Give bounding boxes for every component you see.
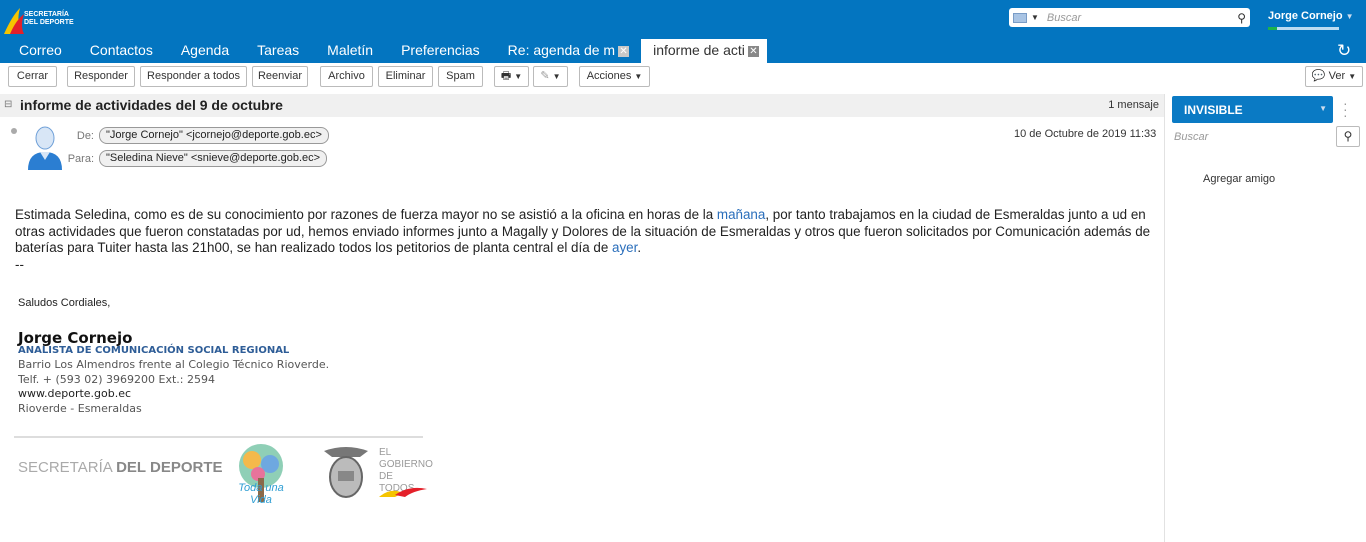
buddy-search-input[interactable]: Buscar [1174,131,1208,143]
chevron-down-icon[interactable]: ▼ [1346,12,1354,21]
archive-button[interactable]: Archivo [320,66,373,87]
search-input[interactable]: Buscar [1047,12,1237,24]
more-options-icon[interactable]: · · · [1343,96,1348,122]
logo-secretaria: SECRETARÍA DEL DEPORTE [18,459,223,476]
tab-label[interactable]: Re: agenda de m [508,42,615,58]
pane-divider[interactable] [1164,94,1165,542]
top-bar: SECRETARÍA DEL DEPORTE ▼ Buscar ⚲ Jorge … [0,0,1366,63]
signature-greeting: Saludos Cordiales, [18,297,111,309]
tab-re-agenda[interactable]: Re: agenda de m ✕ [494,39,633,63]
body-link[interactable]: ayer [612,240,637,255]
logo-flag-icon [4,8,24,34]
to-label: Para: [67,153,94,165]
search-box[interactable]: ▼ Buscar ⚲ [1009,8,1250,27]
from-address[interactable]: "Jorge Cornejo" <jcornejo@deporte.gob.ec… [99,127,329,144]
spam-button[interactable]: Spam [438,66,483,87]
chevron-down-icon[interactable]: ▼ [1031,13,1039,22]
logo-toda-una-vida: Toda una Vida [228,442,294,506]
tab-preferencias[interactable]: Preferencias [387,39,494,63]
signature-web[interactable]: www.deporte.gob.ec [18,387,131,400]
delete-button[interactable]: Eliminar [378,66,433,87]
print-button[interactable]: 🖶 ▼ [494,66,529,87]
close-button[interactable]: Cerrar [8,66,57,87]
signature-address: Barrio Los Almendros frente al Colegio T… [18,358,330,371]
reply-button[interactable]: Responder [67,66,135,87]
conversation-subject: informe de actividades del 9 de octubre [20,97,283,113]
tab-tareas[interactable]: Tareas [243,39,313,63]
logo-text: Toda una Vida [238,482,284,506]
message-body: Estimada Seledina, como es de su conocim… [15,207,1155,273]
tab-agenda[interactable]: Agenda [167,39,243,63]
search-icon: ⚲ [1343,129,1353,143]
actions-label: Acciones [586,70,632,82]
tab-maletin[interactable]: Maletín [313,39,387,63]
status-label[interactable]: INVISIBLE [1184,103,1243,117]
actions-button[interactable]: Acciones ▼ [579,66,650,87]
close-icon[interactable]: ✕ [618,46,630,57]
tag-button[interactable]: ✎ ▼ [533,66,568,87]
chevron-down-icon: ▼ [552,72,561,81]
collapse-icon[interactable]: ⊟ [4,99,12,110]
logo: SECRETARÍA DEL DEPORTE [2,6,82,36]
chevron-down-icon: ▼ [1348,72,1357,81]
logo-text: SECRETARÍA DEL DEPORTE [24,11,74,26]
forward-button[interactable]: Reenviar [252,66,308,87]
from-label: De: [76,130,94,142]
buddy-search-button[interactable]: ⚲ [1336,126,1360,147]
logo-text: DEL DEPORTE [116,459,223,476]
refresh-icon[interactable]: ↻ [1337,41,1351,61]
tab-correo[interactable]: Correo [0,39,76,63]
signature-rule [14,436,423,438]
tab-label[interactable]: informe de acti [653,42,745,58]
search-icon[interactable]: ⚲ [1237,11,1246,25]
reply-all-button[interactable]: Responder a todos [140,66,247,87]
body-text: Estimada Seledina, como es de su conocim… [15,207,717,222]
chevron-down-icon[interactable]: ▼ [1319,104,1327,113]
message-date: 10 de Octubre de 2019 11:33 [1014,128,1157,140]
mail-icon[interactable] [1013,12,1027,23]
app-tabs: Correo Contactos Agenda Tareas Maletín P… [0,39,767,63]
chevron-down-icon: ▼ [514,72,523,81]
view-label: Ver [1328,70,1346,82]
signature-separator: -- [15,256,24,272]
close-icon[interactable]: ✕ [747,46,759,57]
view-button[interactable]: 💬 Ver ▼ [1305,66,1363,87]
tag-icon: ✎ [540,70,550,82]
add-friend-link[interactable]: Agregar amigo [1203,173,1275,185]
ecuador-coat-of-arms-icon [324,447,368,498]
signature-city: Rioverde - Esmeraldas [18,402,142,415]
conversation-header: ⊟ informe de actividades del 9 de octubr… [0,94,1164,117]
body-text: . [637,240,642,255]
logo-text: SECRETARÍA [18,459,112,476]
signature-title: ANALISTA DE COMUNICACIÓN SOCIAL REGIONAL [18,345,290,356]
chat-icon: 💬 [1311,70,1326,82]
presence-status-dropdown[interactable]: INVISIBLE ▼ [1172,96,1333,123]
gobierno-flag-icon [379,487,427,497]
user-name[interactable]: Jorge Cornejo [1268,10,1343,22]
printer-icon: 🖶 [500,70,512,82]
tab-informe[interactable]: informe de acti ✕ [641,39,767,63]
message-count: 1 mensaje [1108,99,1159,111]
toolbar: Cerrar Responder Responder a todos Reenv… [0,63,1366,93]
quota-bar [1268,27,1339,30]
user-menu[interactable]: Jorge Cornejo ▼ [1268,10,1354,22]
signature-phone: Telf. + (593 02) 3969200 Ext.: 2594 [18,373,215,386]
to-address[interactable]: "Seledina Nieve" <snieve@deporte.gob.ec> [99,150,328,167]
body-link[interactable]: mañana [717,207,765,222]
chevron-down-icon: ▼ [634,72,643,81]
tab-contactos[interactable]: Contactos [76,39,167,63]
unread-dot-icon[interactable] [11,128,17,134]
